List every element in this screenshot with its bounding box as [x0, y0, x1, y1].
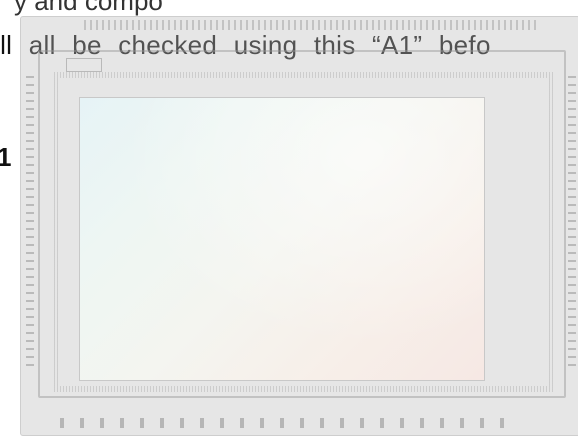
sensor-active-area: [80, 98, 484, 380]
sensor-pins-left: [26, 76, 34, 366]
text-line-period: .: [0, 72, 1, 102]
sensor-pins-right: [568, 76, 576, 366]
text-line-top: y and compo: [14, 0, 163, 16]
sensor-marking: [66, 58, 102, 72]
sensor-pins-top: [84, 20, 540, 30]
text-line-heading-number: 1: [0, 142, 12, 172]
document-page: y and compo ill all be checked using thi…: [0, 0, 578, 444]
sensor-pins-bottom: [60, 418, 510, 428]
image-sensor-photo: [20, 16, 578, 436]
